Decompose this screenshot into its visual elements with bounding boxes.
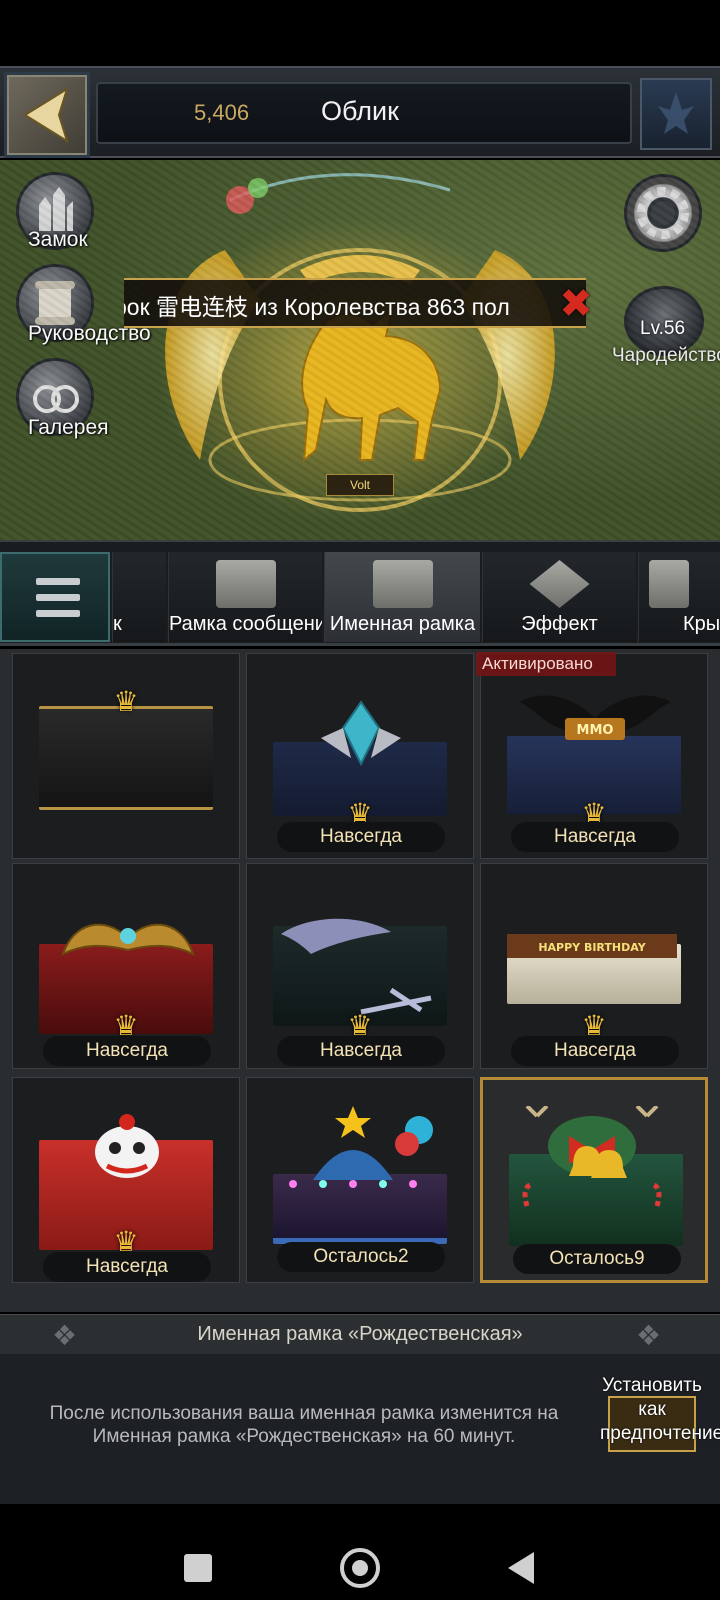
recent-apps-button[interactable] [184,1554,212,1582]
birthday-banner-icon: HAPPY BIRTHDAY [507,934,677,958]
frame-cell[interactable]: ♛ Навсегда [12,1077,240,1283]
level-badge: Lv.56 [640,318,686,339]
chevron-left-icon [23,86,69,144]
announcement-text: рок 雷电连枝 из Королевства 863 пол [124,294,510,320]
frame-preview [39,706,213,810]
back-button[interactable] [4,72,90,158]
mustache-icon: MMO [519,695,671,740]
message-frame-icon [215,560,276,608]
frame-cell[interactable]: ♛ Навсегда [246,863,474,1069]
frame-cell[interactable]: Осталось2 [246,1077,474,1283]
home-button[interactable] [340,1548,380,1588]
frame-cell-selected[interactable]: Осталось9 [480,1077,708,1283]
frame-cell[interactable]: ♛ Навсегда [246,653,474,859]
feather-icon [281,918,432,1015]
player-name-plate: Volt [326,474,394,496]
screen: 5,406 Облик Замок Руководство Галерея ро… [0,0,720,1600]
name-frame-icon [372,560,433,608]
tab-name-frame[interactable]: Именная рамка [324,552,480,642]
gear-icon [637,187,689,239]
category-tabs: к Рамка сообщений Именная рамка Эффект К… [0,540,720,646]
coin-count: 5,406 [194,100,250,125]
top-bar: 5,406 Облик [0,66,720,158]
duration-tag: Навсегда [277,1036,445,1066]
crown-icon: ♛ [113,686,139,717]
gallery-label: Галерея [28,416,109,439]
selected-frame-name-bar: ❖ Именная рамка «Рождественская» ❖ [0,1314,720,1354]
duration-tag: Осталось2 [277,1242,445,1272]
duration-tag: Навсегда [43,1252,211,1282]
enchant-label: Чародейство [612,345,720,366]
description-text: После использования ваша именная рамка и… [49,1403,559,1447]
mustache-emblem-text: MMO [577,723,614,738]
castle-label: Замок [28,228,88,251]
emblem-button[interactable] [640,78,712,150]
fleur-icon [658,92,694,134]
duration-tag: Осталось9 [513,1244,681,1274]
frame-cell[interactable]: ♛ [12,653,240,859]
page-title: Облик [321,96,399,126]
dragon-icon [61,923,195,956]
tab-partial-left[interactable]: к [112,552,166,642]
system-nav-bar [0,1508,720,1600]
frame-cell[interactable]: HAPPY BIRTHDAY ♛ Навсегда [480,863,708,1069]
duration-tag: Навсегда [511,822,679,852]
wing-icon [649,560,689,608]
tab-effect[interactable]: Эффект [482,552,636,642]
announcement-banner: рок 雷电连枝 из Королевства 863 пол [124,278,586,328]
settings-button[interactable] [624,174,702,252]
activated-badge: Активировано [476,652,616,676]
lion-dance-icon [95,1114,159,1178]
christmas-bell-icon [522,1106,662,1207]
duration-tag: Навсегда [511,1036,679,1066]
selected-frame-name: Именная рамка «Рождественская» [197,1323,523,1345]
ornament-right-icon: ❖ [636,1320,662,1351]
menu-button[interactable] [0,552,110,642]
duration-tag: Навсегда [277,822,445,852]
back-nav-button[interactable] [508,1552,534,1584]
carnival-icon [289,1106,433,1188]
tab-wings[interactable]: Кры [638,552,720,642]
frame-cell[interactable]: ♛ Навсегда [12,863,240,1069]
frame-grid: ♛ ♛ Навсегда MMO ♛ Навсегда ♛ Навсегда ♛… [0,649,720,1312]
crystal-icon [321,700,401,767]
close-icon[interactable]: ✖ [556,284,596,324]
set-preference-label: Установить как предпочтение [600,1375,720,1444]
birthday-emblem-text: HAPPY BIRTHDAY [538,941,646,954]
duration-tag: Навсегда [43,1036,211,1066]
diamond-icon [529,560,590,608]
tab-message-frame[interactable]: Рамка сообщений [168,552,322,642]
frame-cell[interactable]: MMO ♛ Навсегда [480,653,708,859]
